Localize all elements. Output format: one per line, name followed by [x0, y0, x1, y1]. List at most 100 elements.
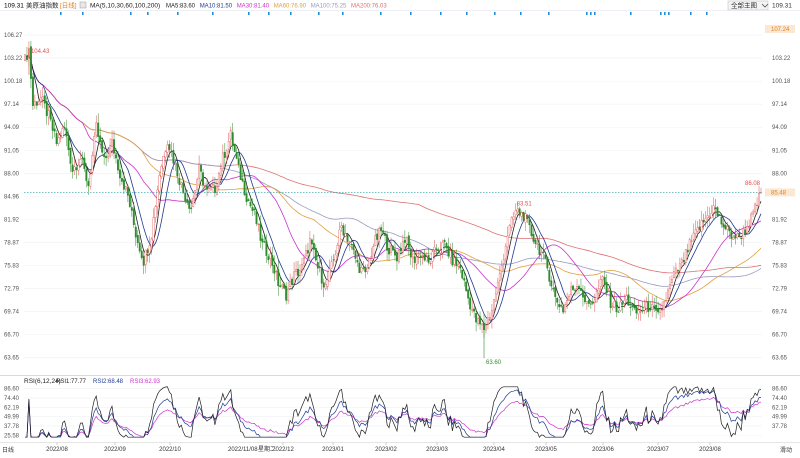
candle-body: [160, 166, 163, 177]
candle-body: [281, 284, 284, 287]
candle-body: [544, 254, 547, 259]
candle-body: [217, 173, 220, 187]
candle-body: [516, 208, 519, 213]
candle-body: [655, 304, 658, 311]
candle-body: [540, 252, 543, 255]
candle-body: [348, 241, 351, 243]
candle-body: [581, 290, 584, 298]
candle-body: [247, 199, 250, 202]
candle-body: [299, 270, 301, 276]
candle-body: [688, 239, 691, 251]
candle-body: [680, 259, 683, 264]
candle-body: [526, 215, 529, 220]
candle-body: [613, 301, 616, 308]
candle-body: [443, 239, 446, 242]
candle-body: [146, 249, 149, 254]
ma10-line: [24, 53, 762, 321]
candle-body: [376, 233, 379, 240]
candle-body: [758, 192, 760, 207]
candle-body: [204, 186, 206, 188]
candle-body: [698, 226, 701, 230]
candle-body: [55, 133, 58, 145]
candle-body: [316, 261, 319, 269]
candle-body: [684, 249, 687, 263]
event-marker: [660, 12, 662, 15]
rsi-lines: [25, 386, 762, 439]
candle-body: [625, 295, 628, 301]
candle-body: [669, 284, 671, 290]
candle-body: [77, 164, 80, 171]
candle-body: [95, 122, 98, 136]
candle-body: [560, 304, 563, 307]
candle-body: [532, 233, 535, 242]
stock-chart[interactable]: 109.31 美原油指数 [日线] MA(5,10,30,60,100,200)…: [0, 0, 800, 454]
candle-body: [750, 213, 753, 227]
candle-body: [413, 256, 416, 263]
candle-body: [297, 268, 299, 276]
candle-body: [530, 224, 533, 236]
rsi-tick-left: 49.99: [4, 415, 20, 421]
y-tick-left: 103.22: [4, 56, 23, 62]
y-tick-left: 91.05: [4, 148, 20, 154]
candle-body: [113, 139, 115, 154]
candle-body: [461, 269, 464, 279]
candle-body: [237, 158, 240, 165]
dropdown-main-chart[interactable]: 全部主图: [727, 1, 769, 11]
candle-body: [649, 309, 652, 311]
candle-body: [186, 199, 189, 203]
candle-body: [748, 226, 751, 228]
candle-body: [69, 148, 72, 164]
candle-body: [528, 219, 531, 226]
candle-body: [318, 267, 321, 269]
candle-body: [99, 135, 102, 142]
candle-body: [407, 235, 410, 248]
settings-icon[interactable]: [79, 1, 87, 9]
event-marker: [664, 12, 666, 15]
candle-body: [587, 300, 590, 304]
candle-body: [678, 263, 681, 271]
candle-body: [73, 166, 76, 171]
event-marker: [520, 12, 522, 15]
candle-body: [676, 269, 679, 272]
y-tick-right: 103.22: [772, 56, 791, 62]
rsi-values: RSI1:77.77 RSI2:68.48 RSI3:62.93: [56, 379, 161, 385]
candle-body: [510, 217, 513, 228]
y-tick-left: 88.00: [4, 171, 20, 177]
candle-body: [756, 204, 759, 207]
candle-body: [87, 181, 90, 186]
candle-body: [635, 305, 638, 314]
candle-body: [520, 212, 523, 217]
candle-body: [291, 278, 294, 285]
event-marker: [440, 12, 442, 15]
candle-body: [158, 175, 161, 192]
candle-body: [589, 303, 592, 305]
candle-body: [682, 260, 685, 262]
candle-body: [119, 169, 121, 179]
candle-body: [473, 308, 476, 312]
scroll-label[interactable]: 滑动: [780, 446, 792, 454]
candle-body: [399, 248, 402, 252]
candle-body: [599, 279, 602, 287]
candle-body: [103, 154, 106, 157]
candle-body: [356, 259, 359, 263]
instrument-title: 美原油指数: [26, 1, 59, 10]
candle-body: [538, 243, 541, 255]
candle-body: [611, 306, 614, 308]
candle-body: [53, 128, 56, 132]
candle-body: [51, 119, 54, 131]
candle-body: [500, 265, 503, 273]
candle-body: [661, 309, 664, 311]
candle-body: [85, 169, 88, 181]
candle-body: [542, 251, 545, 253]
crosshair-weekday-text: 星期二: [258, 445, 276, 453]
x-tick-label: 2023/01: [322, 447, 344, 453]
candle-body: [196, 179, 199, 190]
candle-body: [595, 291, 598, 303]
candle-body: [265, 240, 268, 256]
candle-body: [180, 182, 183, 185]
y-tick-left: 69.74: [4, 310, 20, 316]
candle-body: [401, 241, 404, 253]
candle-body: [568, 295, 571, 301]
candle-body: [431, 251, 434, 262]
candle-body: [492, 299, 495, 311]
